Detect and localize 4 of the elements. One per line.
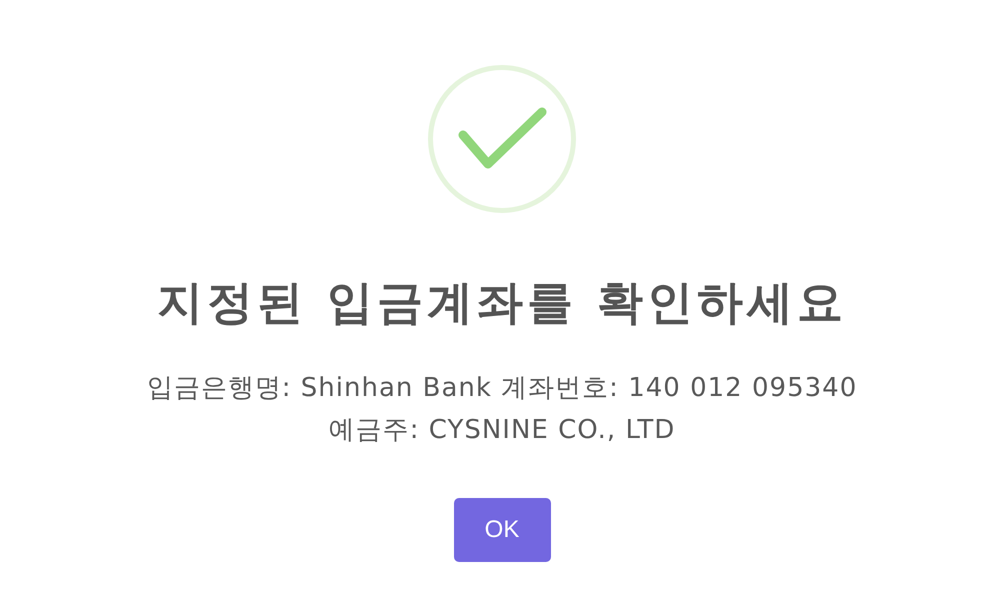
dialog-title: 지정된 입금계좌를 확인하세요 <box>156 275 848 329</box>
account-info-text: 입금은행명: Shinhan Bank 계좌번호: 140 012 095340 예금주: CYSNINE CO., LTD <box>146 372 858 447</box>
success-check-icon <box>428 65 576 213</box>
ok-button[interactable]: OK <box>454 498 550 562</box>
